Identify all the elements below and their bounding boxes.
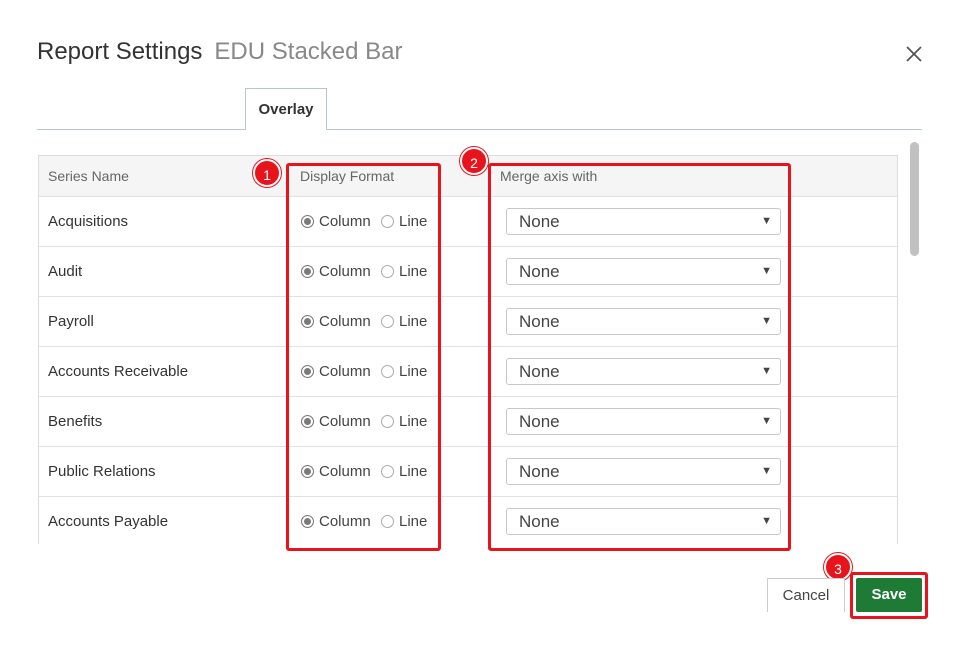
header-merge-axis: Merge axis with <box>500 168 598 184</box>
radio-label-column: Column <box>319 513 371 530</box>
radio-line[interactable]: Line <box>381 413 427 430</box>
series-name: Accounts Payable <box>48 513 169 530</box>
select-value: None <box>519 512 560 531</box>
select-value: None <box>519 262 560 281</box>
radio-label-line: Line <box>399 363 428 380</box>
series-name: Payroll <box>48 313 94 330</box>
series-name: Audit <box>48 263 83 280</box>
radio-button[interactable] <box>381 465 394 478</box>
radio-column[interactable]: Column <box>301 463 371 480</box>
radio-column[interactable]: Column <box>301 263 371 280</box>
radio-button[interactable] <box>381 265 394 278</box>
merge-axis-select[interactable]: None ▼ <box>506 258 781 285</box>
radio-button[interactable] <box>301 515 314 528</box>
caret-down-icon: ▼ <box>761 315 772 327</box>
close-icon[interactable] <box>902 42 926 66</box>
merge-axis-select[interactable]: None ▼ <box>506 508 781 535</box>
caret-down-icon: ▼ <box>761 415 772 427</box>
caret-down-icon: ▼ <box>761 215 772 227</box>
radio-line[interactable]: Line <box>381 463 427 480</box>
select-value: None <box>519 412 560 431</box>
radio-label-column: Column <box>319 363 371 380</box>
header-series-name: Series Name <box>48 168 129 184</box>
radio-label-line: Line <box>399 213 428 230</box>
series-name: Public Relations <box>48 463 156 480</box>
radio-label-column: Column <box>319 263 371 280</box>
radio-column[interactable]: Column <box>301 213 371 230</box>
radio-button[interactable] <box>301 365 314 378</box>
table-row: Public Relations Column Line None ▼ <box>39 447 897 497</box>
radio-button[interactable] <box>381 415 394 428</box>
radio-line[interactable]: Line <box>381 363 427 380</box>
radio-button[interactable] <box>301 415 314 428</box>
radio-label-column: Column <box>319 213 371 230</box>
radio-button[interactable] <box>301 265 314 278</box>
radio-button[interactable] <box>381 515 394 528</box>
callout-badge-3: 3 <box>824 553 852 581</box>
header-display-format: Display Format <box>300 168 395 184</box>
save-button[interactable]: Save <box>856 578 922 612</box>
radio-column[interactable]: Column <box>301 413 371 430</box>
tab-overlay[interactable]: Overlay <box>245 88 327 130</box>
table-row: Audit Column Line None ▼ <box>39 247 897 297</box>
radio-column[interactable]: Column <box>301 363 371 380</box>
table-row: Accounts Payable Column Line None ▼ <box>39 497 897 544</box>
dialog-subtitle: EDU Stacked Bar <box>214 38 403 65</box>
table-row: Acquisitions Column Line None ▼ <box>39 197 897 247</box>
radio-line[interactable]: Line <box>381 313 427 330</box>
caret-down-icon: ▼ <box>761 465 772 477</box>
table-row: Accounts Receivable Column Line None ▼ <box>39 347 897 397</box>
radio-column[interactable]: Column <box>301 513 371 530</box>
table-row: Payroll Column Line None ▼ <box>39 297 897 347</box>
tab-divider <box>37 129 922 130</box>
radio-line[interactable]: Line <box>381 263 427 280</box>
radio-button[interactable] <box>301 215 314 228</box>
dialog-title: Report Settings EDU Stacked Bar <box>37 38 403 66</box>
radio-label-line: Line <box>399 463 428 480</box>
radio-button[interactable] <box>381 215 394 228</box>
table-row: Benefits Column Line None ▼ <box>39 397 897 447</box>
radio-line[interactable]: Line <box>381 213 427 230</box>
radio-button[interactable] <box>301 465 314 478</box>
radio-label-line: Line <box>399 263 428 280</box>
merge-axis-select[interactable]: None ▼ <box>506 458 781 485</box>
radio-label-column: Column <box>319 463 371 480</box>
radio-label-line: Line <box>399 513 428 530</box>
radio-label-column: Column <box>319 313 371 330</box>
select-value: None <box>519 312 560 331</box>
radio-button[interactable] <box>381 365 394 378</box>
radio-label-line: Line <box>399 413 428 430</box>
select-value: None <box>519 362 560 381</box>
merge-axis-select[interactable]: None ▼ <box>506 408 781 435</box>
caret-down-icon: ▼ <box>761 265 772 277</box>
series-name: Accounts Receivable <box>48 363 189 380</box>
select-value: None <box>519 212 560 231</box>
caret-down-icon: ▼ <box>761 515 772 527</box>
merge-axis-select[interactable]: None ▼ <box>506 208 781 235</box>
series-name: Acquisitions <box>48 213 129 230</box>
series-table: Series Name Display Format Merge axis wi… <box>38 155 898 544</box>
callout-badge-1: 1 <box>253 159 281 187</box>
radio-line[interactable]: Line <box>381 513 427 530</box>
cancel-button[interactable]: Cancel <box>767 578 845 612</box>
radio-label-column: Column <box>319 413 371 430</box>
merge-axis-select[interactable]: None ▼ <box>506 358 781 385</box>
scrollbar-thumb[interactable] <box>910 142 919 256</box>
merge-axis-select[interactable]: None ▼ <box>506 308 781 335</box>
dialog-title-main: Report Settings <box>37 38 203 65</box>
table-body: Acquisitions Column Line None ▼ Audit Column Li… <box>39 197 897 544</box>
radio-label-line: Line <box>399 313 428 330</box>
radio-button[interactable] <box>381 315 394 328</box>
radio-column[interactable]: Column <box>301 313 371 330</box>
callout-badge-2: 2 <box>460 147 488 175</box>
radio-button[interactable] <box>301 315 314 328</box>
caret-down-icon: ▼ <box>761 365 772 377</box>
series-name: Benefits <box>48 413 103 430</box>
select-value: None <box>519 462 560 481</box>
